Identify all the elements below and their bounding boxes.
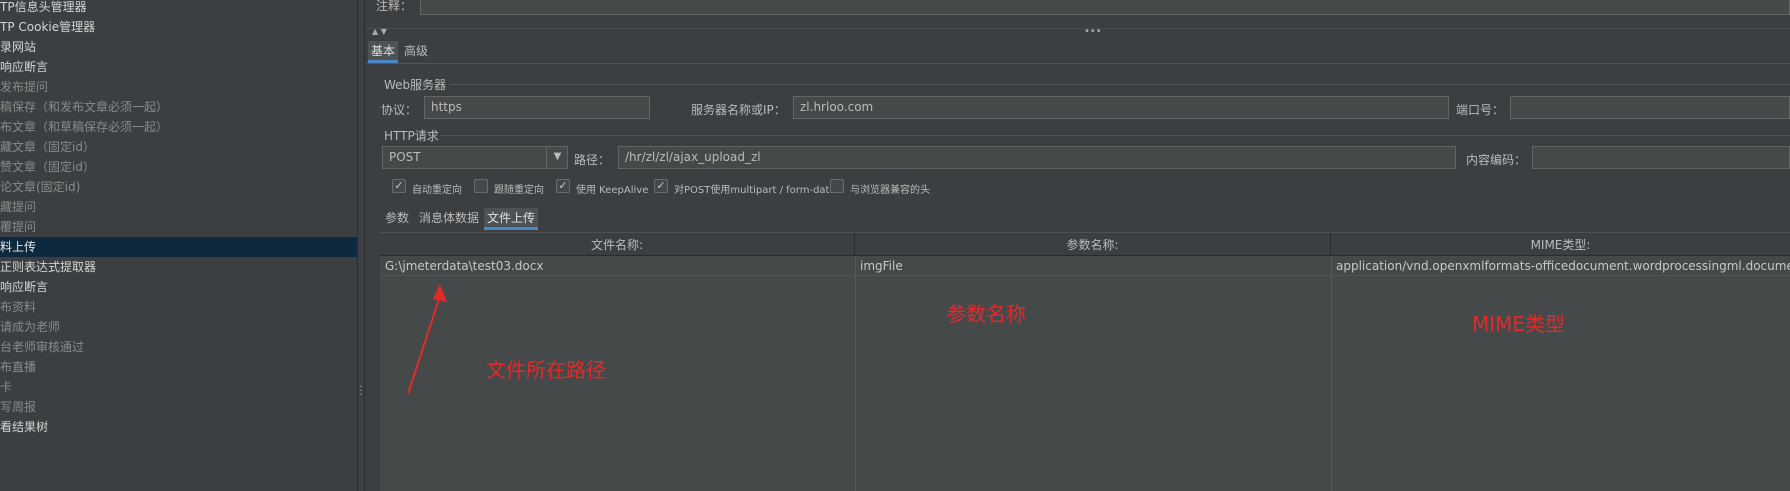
- tab-file-upload[interactable]: 文件上传: [484, 208, 539, 230]
- tree-item[interactable]: 布直播: [0, 357, 357, 377]
- tree-item[interactable]: 响应断言: [0, 277, 357, 297]
- option-label[interactable]: 与浏览器兼容的头: [850, 181, 930, 196]
- path-field[interactable]: /hr/zl/zl/ajax_upload_zl: [618, 146, 1456, 169]
- collapse-arrows-icon[interactable]: ▲ ▼: [372, 27, 387, 36]
- tree-item[interactable]: 藏文章（固定id）: [0, 137, 357, 157]
- option-label[interactable]: 对POST使用multipart / form-data: [674, 181, 836, 196]
- chevron-down-icon[interactable]: ▼: [546, 146, 568, 169]
- tree-item[interactable]: 请成为老师: [0, 317, 357, 337]
- tree-item[interactable]: 卡: [0, 377, 357, 397]
- tree-item[interactable]: 料上传: [0, 237, 357, 257]
- http-request-section-title: HTTP请求: [384, 129, 439, 143]
- method-select[interactable]: POST: [382, 146, 568, 169]
- option-checkbox[interactable]: [830, 179, 844, 193]
- test-plan-tree: TP信息头管理器 TP Cookie管理器 录网站 响应断言 发布提问 稿保存（和发布文…: [0, 0, 357, 491]
- drag-handle-icon[interactable]: •••: [1084, 26, 1102, 37]
- tree-item[interactable]: 论文章(固定id): [0, 177, 357, 197]
- annotation-arrow: [407, 284, 447, 395]
- tab-basic[interactable]: 基本: [368, 41, 399, 63]
- tree-item[interactable]: 录网站: [0, 37, 357, 57]
- divider: [366, 63, 1790, 64]
- panel-splitter[interactable]: · · ·: [357, 0, 365, 491]
- tree-item[interactable]: TP信息头管理器: [0, 0, 357, 17]
- tree-item[interactable]: 响应断言: [0, 57, 357, 77]
- column-header-mime-type[interactable]: MIME类型:: [1331, 232, 1790, 256]
- tree-item[interactable]: 藏提问: [0, 197, 357, 217]
- tree-item[interactable]: 发布提问: [0, 77, 357, 97]
- option-label[interactable]: 自动重定向: [412, 181, 462, 196]
- column-header-param-name[interactable]: 参数名称:: [855, 232, 1331, 256]
- jmeter-window: TP信息头管理器 TP Cookie管理器 录网站 响应断言 发布提问 稿保存（和发布文…: [0, 0, 1790, 491]
- content-encoding-label: 内容编码：: [1466, 153, 1527, 167]
- cell-param-name[interactable]: imgFile: [855, 256, 1331, 276]
- tab-advanced[interactable]: 高级: [401, 41, 431, 63]
- section-divider: [440, 135, 1790, 136]
- tree-item[interactable]: 正则表达式提取器: [0, 257, 357, 277]
- column-divider: [1331, 256, 1332, 491]
- tree-item[interactable]: 赞文章（固定id）: [0, 157, 357, 177]
- annotation-param-name: 参数名称: [946, 302, 1026, 326]
- annotation-file-path: 文件所在路径: [486, 358, 606, 382]
- option-checkbox[interactable]: ✓: [392, 179, 406, 193]
- protocol-field[interactable]: https: [424, 96, 650, 119]
- server-name-field[interactable]: zl.hrloo.com: [793, 96, 1449, 119]
- tree-item[interactable]: 台老师审核通过: [0, 337, 357, 357]
- tab-body-data[interactable]: 消息体数据: [416, 208, 482, 230]
- divider: [366, 28, 1790, 29]
- option-checkbox[interactable]: [474, 179, 488, 193]
- path-label: 路径：: [574, 153, 611, 167]
- method-select-value: POST: [389, 150, 421, 164]
- sampler-config-panel: 注释： ▲ ▼ ••• 基本 高级 Web服务器 协议： https 服务器名称…: [366, 0, 1790, 491]
- option-label[interactable]: 跟随重定向: [494, 181, 544, 196]
- tree-item[interactable]: TP Cookie管理器: [0, 17, 357, 37]
- tree-item[interactable]: 布资料: [0, 297, 357, 317]
- option-checkbox[interactable]: ✓: [654, 179, 668, 193]
- tree-item[interactable]: 看结果树: [0, 417, 357, 437]
- annotation-mime-type: MIME类型: [1472, 312, 1566, 336]
- drag-handle-icon: · · ·: [359, 382, 363, 401]
- port-label: 端口号：: [1456, 103, 1505, 117]
- content-encoding-field[interactable]: [1532, 146, 1790, 169]
- section-divider: [450, 84, 1790, 85]
- tree-item[interactable]: 覆提问: [0, 217, 357, 237]
- tree-item[interactable]: 稿保存（和发布文章必须一起）: [0, 97, 357, 117]
- protocol-label: 协议：: [381, 103, 418, 117]
- tree-item[interactable]: 写周报: [0, 397, 357, 417]
- option-checkbox[interactable]: ✓: [556, 179, 570, 193]
- column-header-file-name[interactable]: 文件名称:: [380, 232, 855, 256]
- server-name-label: 服务器名称或IP：: [691, 103, 786, 117]
- cell-mime-type[interactable]: application/vnd.openxmlformats-officedoc…: [1331, 256, 1790, 276]
- column-divider: [855, 256, 856, 491]
- comment-field[interactable]: [420, 0, 1790, 15]
- tree-item[interactable]: 布文章（和草稿保存必须一起）: [0, 117, 357, 137]
- comment-label: 注释：: [376, 0, 413, 13]
- port-field[interactable]: [1510, 96, 1790, 119]
- option-label[interactable]: 使用 KeepAlive: [576, 181, 648, 196]
- tab-parameters[interactable]: 参数: [382, 208, 412, 230]
- cell-file-path[interactable]: G:\jmeterdata\test03.docx: [380, 256, 855, 276]
- web-server-section-title: Web服务器: [384, 78, 447, 92]
